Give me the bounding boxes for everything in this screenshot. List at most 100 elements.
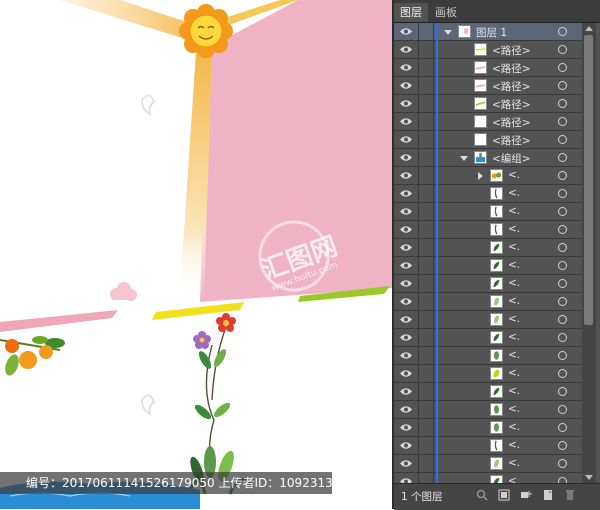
target-circle-icon[interactable] — [558, 45, 567, 54]
locate-object-icon[interactable] — [476, 489, 488, 501]
lock-toggle[interactable] — [418, 167, 434, 184]
lock-toggle[interactable] — [418, 113, 434, 130]
lock-toggle[interactable] — [418, 365, 434, 382]
layer-row[interactable]: <路径> — [394, 131, 582, 149]
target-circle-icon[interactable] — [558, 135, 567, 144]
layer-row[interactable]: <. — [394, 365, 582, 383]
layer-name[interactable]: 图层 1 — [476, 25, 507, 40]
expand-arrow-icon[interactable] — [478, 172, 483, 180]
layer-row[interactable]: <. — [394, 239, 582, 257]
layer-name[interactable]: <. — [508, 439, 520, 451]
target-circle-icon[interactable] — [558, 261, 567, 270]
layer-name[interactable]: <. — [508, 331, 520, 343]
create-sublayer-icon[interactable] — [520, 489, 532, 501]
layer-name[interactable]: <. — [508, 403, 520, 415]
lock-toggle[interactable] — [418, 149, 434, 166]
collapse-arrow-icon[interactable] — [444, 30, 452, 35]
layer-name[interactable]: <. — [508, 295, 520, 307]
layer-name[interactable]: <. — [508, 385, 520, 397]
lock-toggle[interactable] — [418, 329, 434, 346]
target-circle-icon[interactable] — [558, 279, 567, 288]
lock-toggle[interactable] — [418, 437, 434, 454]
layer-row[interactable]: <. — [394, 275, 582, 293]
target-circle-icon[interactable] — [558, 333, 567, 342]
layer-row[interactable]: <. — [394, 203, 582, 221]
target-circle-icon[interactable] — [558, 405, 567, 414]
scroll-thumb[interactable] — [584, 35, 593, 325]
target-circle-icon[interactable] — [558, 81, 567, 90]
layer-name[interactable]: <路径> — [492, 133, 531, 148]
layer-name[interactable]: <路径> — [492, 61, 531, 76]
lock-toggle[interactable] — [418, 95, 434, 112]
layer-row[interactable]: <. — [394, 473, 582, 483]
new-layer-icon[interactable] — [542, 489, 554, 501]
lock-toggle[interactable] — [418, 77, 434, 94]
target-circle-icon[interactable] — [558, 189, 567, 198]
lock-toggle[interactable] — [418, 41, 434, 58]
layer-row[interactable]: <. — [394, 185, 582, 203]
layer-row[interactable]: <. — [394, 401, 582, 419]
layer-name[interactable]: <路径> — [492, 115, 531, 130]
lock-toggle[interactable] — [418, 257, 434, 274]
layer-row[interactable]: <. — [394, 311, 582, 329]
layer-name[interactable]: <路径> — [492, 79, 531, 94]
layer-name[interactable]: <编组> — [492, 151, 531, 166]
lock-toggle[interactable] — [418, 23, 434, 40]
layer-row[interactable]: <. — [394, 437, 582, 455]
target-circle-icon[interactable] — [558, 387, 567, 396]
layer-row[interactable]: <. — [394, 167, 582, 185]
lock-toggle[interactable] — [418, 401, 434, 418]
lock-toggle[interactable] — [418, 293, 434, 310]
target-circle-icon[interactable] — [558, 171, 567, 180]
lock-toggle[interactable] — [418, 275, 434, 292]
layer-row[interactable]: <. — [394, 383, 582, 401]
target-circle-icon[interactable] — [558, 459, 567, 468]
target-circle-icon[interactable] — [558, 207, 567, 216]
layer-name[interactable]: <. — [508, 169, 520, 181]
layer-row[interactable]: <. — [394, 329, 582, 347]
layer-row[interactable]: <编组> — [394, 149, 582, 167]
tab-artboards[interactable]: 画板 — [429, 3, 463, 22]
collapse-arrow-icon[interactable] — [460, 156, 468, 161]
lock-toggle[interactable] — [418, 473, 434, 483]
tab-layers[interactable]: 图层 — [394, 3, 428, 22]
target-circle-icon[interactable] — [558, 369, 567, 378]
layer-row[interactable]: <. — [394, 347, 582, 365]
target-circle-icon[interactable] — [558, 27, 567, 36]
target-circle-icon[interactable] — [558, 99, 567, 108]
target-circle-icon[interactable] — [558, 117, 567, 126]
layer-name[interactable]: <. — [508, 205, 520, 217]
target-circle-icon[interactable] — [558, 225, 567, 234]
target-circle-icon[interactable] — [558, 441, 567, 450]
scroll-down-arrow-icon[interactable] — [585, 475, 593, 480]
lock-toggle[interactable] — [418, 419, 434, 436]
layer-name[interactable]: <. — [508, 475, 520, 483]
layer-name[interactable]: <. — [508, 349, 520, 361]
layer-row[interactable]: <. — [394, 221, 582, 239]
layer-name[interactable]: <. — [508, 421, 520, 433]
layer-row[interactable]: 图层 1 — [394, 23, 582, 41]
layer-name[interactable]: <路径> — [492, 97, 531, 112]
target-circle-icon[interactable] — [558, 153, 567, 162]
layer-row[interactable]: <. — [394, 293, 582, 311]
layer-name[interactable]: <. — [508, 277, 520, 289]
lock-toggle[interactable] — [418, 383, 434, 400]
make-clipping-mask-icon[interactable] — [498, 489, 510, 501]
lock-toggle[interactable] — [418, 203, 434, 220]
layer-row[interactable]: <路径> — [394, 59, 582, 77]
layer-row[interactable]: <路径> — [394, 95, 582, 113]
lock-toggle[interactable] — [418, 59, 434, 76]
layer-row[interactable]: <. — [394, 455, 582, 473]
layer-name[interactable]: <. — [508, 259, 520, 271]
layer-name[interactable]: <. — [508, 241, 520, 253]
layer-row[interactable]: <路径> — [394, 77, 582, 95]
layer-name[interactable]: <. — [508, 367, 520, 379]
target-circle-icon[interactable] — [558, 243, 567, 252]
delete-layer-icon[interactable] — [564, 489, 576, 501]
layer-row[interactable]: <. — [394, 257, 582, 275]
layer-name[interactable]: <. — [508, 187, 520, 199]
layer-name[interactable]: <. — [508, 313, 520, 325]
lock-toggle[interactable] — [418, 347, 434, 364]
target-circle-icon[interactable] — [558, 315, 567, 324]
layer-row[interactable]: <路径> — [394, 113, 582, 131]
